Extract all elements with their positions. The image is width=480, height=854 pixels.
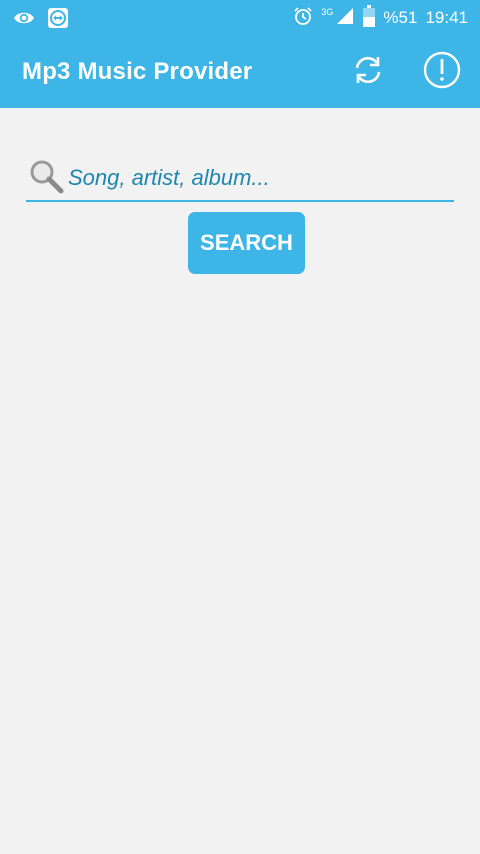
status-bar-left (12, 6, 70, 35)
refresh-icon (350, 52, 386, 93)
battery-icon (363, 4, 376, 32)
magnifier-icon (28, 158, 66, 201)
clock: 19:41 (425, 8, 468, 27)
search-button[interactable]: SEARCH (188, 212, 305, 274)
info-icon (422, 50, 462, 95)
battery-percent: %51 (383, 8, 418, 27)
alarm-icon (293, 6, 313, 31)
signal-icon (335, 6, 355, 31)
app-bar: Mp3 Music Provider (0, 36, 480, 108)
app-title: Mp3 Music Provider (22, 58, 253, 85)
eye-icon (12, 6, 36, 35)
search-bar (26, 152, 454, 202)
info-button[interactable] (420, 50, 464, 94)
network-type: 3G (321, 7, 334, 17)
refresh-button[interactable] (346, 50, 390, 94)
status-bar-right: 3G %51 19:41 (293, 0, 468, 36)
teamviewer-icon (46, 6, 70, 35)
search-input[interactable] (68, 160, 450, 196)
status-bar: 3G %51 19:41 (0, 0, 480, 36)
